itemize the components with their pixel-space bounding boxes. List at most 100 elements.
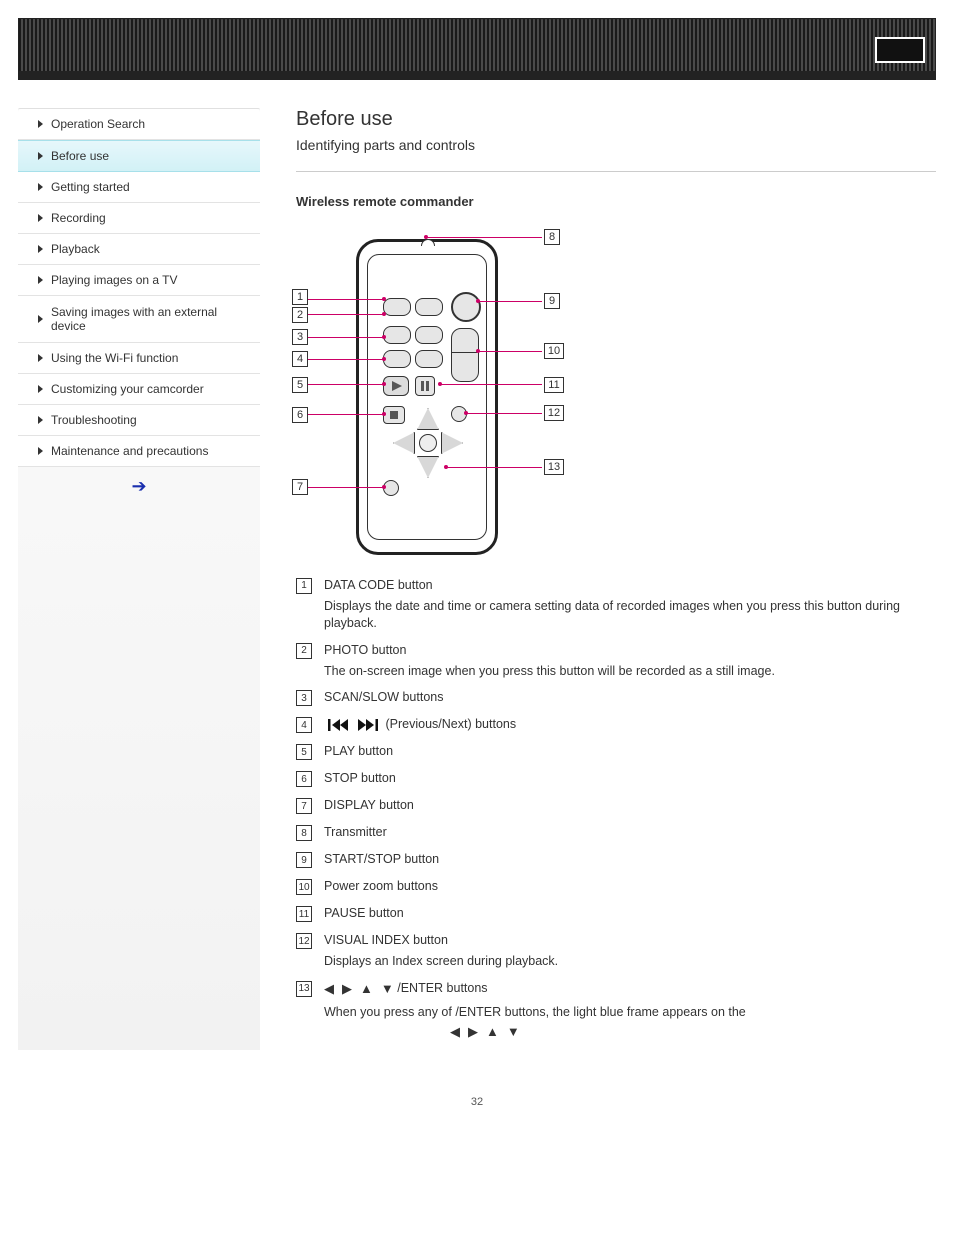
- page-subtitle: Identifying parts and controls: [296, 137, 936, 153]
- item-1: 1 DATA CODE button Displays the date and…: [296, 577, 936, 632]
- chevron-right-icon: [38, 245, 43, 253]
- callout-10: 10: [544, 343, 564, 359]
- chevron-right-icon: [38, 416, 43, 424]
- callout-9: 9: [544, 293, 560, 309]
- sidebar-item-troubleshooting[interactable]: Troubleshooting: [18, 405, 260, 436]
- chevron-right-icon: [38, 315, 43, 323]
- item-text: PHOTO button: [324, 642, 936, 659]
- item-text: PLAY button: [324, 744, 393, 758]
- item-number: 4: [296, 717, 312, 733]
- right-arrow-icon: ▶: [468, 1023, 478, 1041]
- item-5: 5 PLAY button: [296, 743, 936, 760]
- sidebar-item-label: Before use: [51, 149, 109, 163]
- chevron-right-icon: [38, 447, 43, 455]
- item-note: Displays an Index screen during playback…: [324, 953, 936, 970]
- sidebar-item-label: Maintenance and precautions: [51, 444, 208, 458]
- item-text: STOP button: [324, 771, 396, 785]
- sidebar-item-label: Troubleshooting: [51, 413, 137, 427]
- section-heading: Wireless remote commander: [296, 194, 936, 209]
- previous-icon: [328, 718, 350, 732]
- callout-2: 2: [292, 307, 308, 323]
- up-arrow-icon: ▲: [486, 1023, 499, 1041]
- item-number: 3: [296, 690, 312, 706]
- item-2: 2 PHOTO button The on-screen image when …: [296, 642, 936, 680]
- sidebar-item-recording[interactable]: Recording: [18, 203, 260, 234]
- callout-3: 3: [292, 329, 308, 345]
- header-right-button[interactable]: [875, 37, 925, 63]
- item-note: Displays the date and time or camera set…: [324, 598, 936, 632]
- sidebar: Operation Search Before use Getting star…: [18, 108, 260, 1050]
- item-text: DISPLAY button: [324, 798, 414, 812]
- sidebar-item-customizing[interactable]: Customizing your camcorder: [18, 374, 260, 405]
- callout-8: 8: [544, 229, 560, 245]
- item-3: 3 SCAN/SLOW buttons: [296, 689, 936, 706]
- item-10: 10 Power zoom buttons: [296, 878, 936, 895]
- sidebar-item-label: Getting started: [51, 180, 130, 194]
- left-arrow-icon: ◀: [324, 980, 334, 998]
- right-arrow-icon: ▶: [342, 980, 352, 998]
- item-8: 8 Transmitter: [296, 824, 936, 841]
- chevron-right-icon: [38, 276, 43, 284]
- callout-12: 12: [544, 405, 564, 421]
- item-number: 9: [296, 852, 312, 868]
- sidebar-item-playing-images-on-tv[interactable]: Playing images on a TV: [18, 265, 260, 296]
- item-number: 8: [296, 825, 312, 841]
- item-number: 6: [296, 771, 312, 787]
- item-number: 12: [296, 933, 312, 949]
- sidebar-item-label: Customizing your camcorder: [51, 382, 204, 396]
- item-text: DATA CODE button: [324, 577, 936, 594]
- item-number: 5: [296, 744, 312, 760]
- item-text: /ENTER buttons: [397, 981, 487, 995]
- direction-icons-inline: ◀ ▶ ▲ ▼: [450, 1023, 520, 1041]
- item-number: 10: [296, 879, 312, 895]
- item-text: VISUAL INDEX button: [324, 932, 936, 949]
- remote-diagram: 1 2 3 4 5 6 7 8 9 10 11 12 13: [292, 219, 602, 559]
- sidebar-item-wifi[interactable]: Using the Wi-Fi function: [18, 343, 260, 374]
- chevron-right-icon: [38, 120, 43, 128]
- item-text: Power zoom buttons: [324, 879, 438, 893]
- item-text: START/STOP button: [324, 852, 439, 866]
- items-list: 1 DATA CODE button Displays the date and…: [296, 577, 936, 1040]
- sidebar-item-playback[interactable]: Playback: [18, 234, 260, 265]
- item-text: (Previous/Next) buttons: [385, 717, 516, 731]
- sidebar-item-saving-images[interactable]: Saving images with an external device: [18, 296, 260, 343]
- item-note: The on-screen image when you press this …: [324, 663, 936, 680]
- direction-icons: ◀ ▶ ▲ ▼: [324, 980, 394, 998]
- chevron-right-icon: [38, 385, 43, 393]
- down-arrow-icon: ▼: [507, 1023, 520, 1041]
- item-text: Transmitter: [324, 825, 387, 839]
- left-arrow-icon: ◀: [450, 1023, 460, 1041]
- up-arrow-icon: ▲: [360, 980, 373, 998]
- sidebar-item-operation-search[interactable]: Operation Search: [18, 109, 260, 140]
- prev-next-icons: [328, 718, 378, 732]
- sidebar-item-label: Using the Wi-Fi function: [51, 351, 178, 365]
- page-title: Before use: [296, 108, 936, 131]
- item-number: 13: [296, 981, 312, 997]
- item-text: PAUSE button: [324, 906, 404, 920]
- sidebar-item-getting-started[interactable]: Getting started: [18, 172, 260, 203]
- sidebar-item-label: Saving images with an external device: [51, 305, 252, 333]
- callout-6: 6: [292, 407, 308, 423]
- sidebar-item-label: Operation Search: [51, 117, 145, 131]
- item-11: 11 PAUSE button: [296, 905, 936, 922]
- next-icon: [356, 718, 378, 732]
- sidebar-more[interactable]: ➔: [18, 467, 260, 499]
- down-arrow-icon: ▼: [381, 980, 394, 998]
- main-content: Before use Identifying parts and control…: [260, 108, 936, 1050]
- item-number: 2: [296, 643, 312, 659]
- arrow-right-icon: ➔: [131, 477, 146, 495]
- sidebar-item-before-use[interactable]: Before use: [18, 140, 260, 172]
- chevron-right-icon: [38, 183, 43, 191]
- header-bar: [18, 18, 936, 80]
- chevron-right-icon: [38, 354, 43, 362]
- sidebar-item-maintenance[interactable]: Maintenance and precautions: [18, 436, 260, 467]
- item-6: 6 STOP button: [296, 770, 936, 787]
- callout-13: 13: [544, 459, 564, 475]
- item-12: 12 VISUAL INDEX button Displays an Index…: [296, 932, 936, 970]
- item-7: 7 DISPLAY button: [296, 797, 936, 814]
- item-number: 1: [296, 578, 312, 594]
- sidebar-item-label: Playing images on a TV: [51, 273, 178, 287]
- callout-4: 4: [292, 351, 308, 367]
- page-number: 32: [18, 1090, 936, 1128]
- item-text: SCAN/SLOW buttons: [324, 690, 444, 704]
